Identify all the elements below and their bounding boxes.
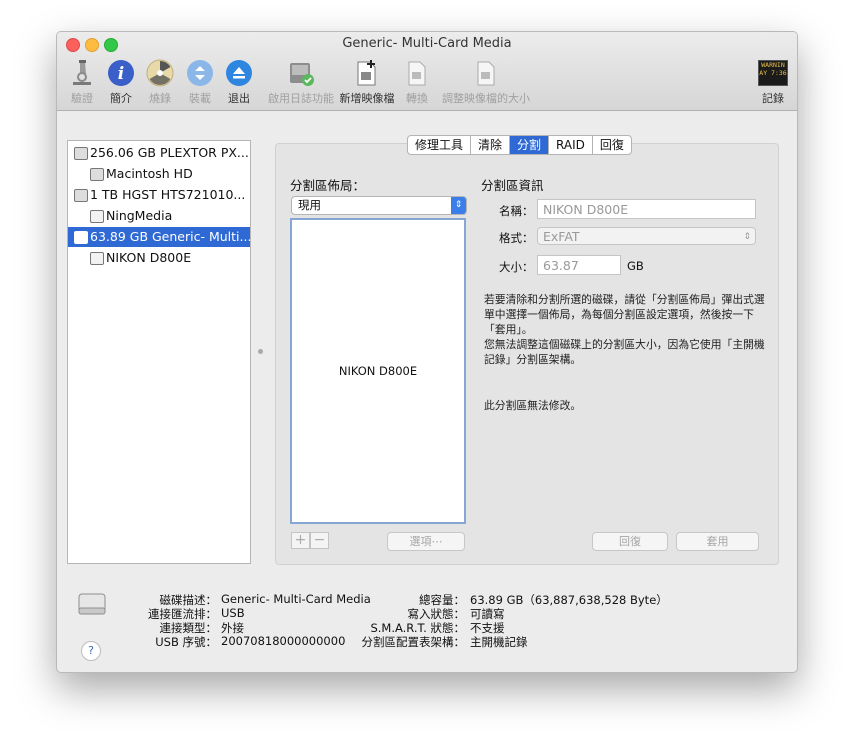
tab-partition[interactable]: 分割 xyxy=(510,136,550,154)
help-paragraph-1: 若要清除和分割所選的磁碟，請從「分割區佈局」彈出式選單中選擇一個佈局，為每個分割… xyxy=(484,293,765,336)
partition-scheme-value: 主開機記錄 xyxy=(470,635,528,649)
partition-info-title: 分割區資訊 xyxy=(481,178,544,193)
enable-journaling-label: 啟用日誌功能 xyxy=(268,92,334,105)
volume-item-macintosh-hd[interactable]: Macintosh HD xyxy=(68,164,250,184)
external-disk-icon xyxy=(74,231,88,244)
partition-scheme-label: 分割區配置表架構： xyxy=(361,635,466,649)
new-image-label: 新增映像檔 xyxy=(339,92,395,105)
help-paragraph-2: 您無法調整這個磁碟上的分割區大小，因為它使用「主開機記錄」分割區架構。 xyxy=(484,338,765,366)
resize-image-toolbar-button[interactable]: 調整映像檔的大小 xyxy=(442,58,530,106)
partition-layout-title: 分割區佈局： xyxy=(290,178,366,193)
verify-label: 驗證 xyxy=(71,92,93,105)
resize-image-label: 調整映像檔的大小 xyxy=(442,92,530,105)
remove-partition-button[interactable]: − xyxy=(310,532,329,549)
format-value: ExFAT xyxy=(543,229,580,244)
partition-block-nikon[interactable]: NIKON D800E xyxy=(292,364,464,378)
external-drive-icon xyxy=(77,592,107,618)
revert-button[interactable]: 回復 xyxy=(592,532,668,551)
convert-label: 轉換 xyxy=(406,92,428,105)
log-icon-text: WARNIN AY 7:36 xyxy=(758,60,788,86)
partition-size-field[interactable]: 63.87 xyxy=(537,255,621,275)
volume-icon xyxy=(90,168,104,181)
usb-serial-value: 20070818000000000 xyxy=(221,634,346,648)
disk-item-plextor[interactable]: 256.06 GB PLEXTOR PX... xyxy=(68,143,250,163)
volume-item-label: Macintosh HD xyxy=(106,166,193,181)
title-bar: Generic- Multi-Card Media 驗證 i 簡介 燒錄 裝載 xyxy=(57,32,797,111)
log-console-icon: WARNIN AY 7:36 xyxy=(758,58,788,88)
resize-image-icon xyxy=(471,58,501,88)
format-label: 格式： xyxy=(499,231,534,245)
mount-label: 裝載 xyxy=(189,92,211,105)
burn-radiation-icon xyxy=(145,58,175,88)
enable-journaling-toolbar-button[interactable]: 啟用日誌功能 xyxy=(263,58,339,106)
help-paragraph-3: 此分割區無法修改。 xyxy=(484,399,582,412)
tab-first-aid[interactable]: 修理工具 xyxy=(408,136,472,154)
volume-icon xyxy=(90,252,104,265)
eject-label: 退出 xyxy=(228,92,250,105)
disk-utility-window: Generic- Multi-Card Media 驗證 i 簡介 燒錄 裝載 xyxy=(56,31,798,673)
disk-item-hgst[interactable]: 1 TB HGST HTS721010... xyxy=(68,185,250,205)
usb-serial-label: USB 序號： xyxy=(155,635,217,649)
eject-icon xyxy=(224,58,254,88)
popup-arrows-icon: ⇕ xyxy=(451,197,466,214)
burn-toolbar-button[interactable]: 燒錄 xyxy=(145,58,175,106)
window-title: Generic- Multi-Card Media xyxy=(342,36,512,51)
burn-label: 燒錄 xyxy=(149,92,171,105)
size-unit: GB xyxy=(627,259,644,273)
split-view-handle[interactable] xyxy=(258,349,263,354)
partition-layout-map: NIKON D800E xyxy=(290,218,466,524)
tab-erase[interactable]: 清除 xyxy=(471,136,511,154)
tab-restore[interactable]: 回復 xyxy=(593,136,631,154)
options-button[interactable]: 選項⋯ xyxy=(387,532,465,551)
convert-icon xyxy=(402,58,432,88)
new-image-icon xyxy=(352,58,382,88)
convert-toolbar-button[interactable]: 轉換 xyxy=(402,58,432,106)
size-label: 大小： xyxy=(499,260,534,274)
volume-item-nikon[interactable]: NIKON D800E xyxy=(68,248,250,268)
internal-disk-icon xyxy=(74,189,88,202)
disk-item-label: 1 TB HGST HTS721010... xyxy=(90,187,246,202)
log-toolbar-button[interactable]: WARNIN AY 7:36 記錄 xyxy=(757,58,789,106)
new-image-toolbar-button[interactable]: 新增映像檔 xyxy=(339,58,395,106)
apply-button[interactable]: 套用 xyxy=(676,532,759,551)
info-toolbar-button[interactable]: i 簡介 xyxy=(106,58,136,106)
disk-item-generic-multi[interactable]: 63.89 GB Generic- Multi... xyxy=(68,227,250,247)
info-label: 簡介 xyxy=(110,92,132,105)
partition-layout-popup[interactable]: 現用 ⇕ xyxy=(291,196,467,215)
help-button[interactable]: ? xyxy=(81,641,101,661)
partition-help-text: 若要清除和分割所選的磁碟，請從「分割區佈局」彈出式選單中選擇一個佈局，為每個分割… xyxy=(484,292,769,413)
disk-item-label: 256.06 GB PLEXTOR PX... xyxy=(90,145,249,160)
tab-raid[interactable]: RAID xyxy=(549,136,593,154)
info-icon: i xyxy=(106,58,136,88)
volume-item-label: NIKON D800E xyxy=(106,250,192,265)
disk-list: 256.06 GB PLEXTOR PX... Macintosh HD 1 T… xyxy=(67,140,251,564)
volume-icon xyxy=(90,210,104,223)
connection-bus-value: USB xyxy=(221,606,245,620)
volume-item-ningmedia[interactable]: NingMedia xyxy=(68,206,250,226)
name-label: 名稱： xyxy=(499,204,534,218)
popup-arrows-icon: ⇕ xyxy=(743,232,751,242)
verify-toolbar-button[interactable]: 驗證 xyxy=(64,58,100,106)
mount-icon xyxy=(185,58,215,88)
add-partition-button[interactable]: + xyxy=(291,532,310,549)
partition-name-field[interactable]: NIKON D800E xyxy=(537,199,756,219)
internal-disk-icon xyxy=(74,147,88,160)
disk-item-label: 63.89 GB Generic- Multi... xyxy=(90,229,250,244)
tab-bar: 修理工具 清除 分割 RAID 回復 xyxy=(407,135,632,155)
microscope-icon xyxy=(67,58,97,88)
log-label: 記錄 xyxy=(762,92,784,105)
mount-toolbar-button[interactable]: 裝載 xyxy=(185,58,215,106)
journal-disk-icon xyxy=(286,58,316,88)
disk-info-footer: 磁碟描述： Generic- Multi-Card Media 連接匯流排： U… xyxy=(57,574,797,672)
eject-toolbar-button[interactable]: 退出 xyxy=(224,58,254,106)
partition-layout-value: 現用 xyxy=(298,198,321,212)
format-popup[interactable]: ExFAT ⇕ xyxy=(537,227,756,245)
volume-item-label: NingMedia xyxy=(106,208,173,223)
svg-text:i: i xyxy=(118,64,124,84)
